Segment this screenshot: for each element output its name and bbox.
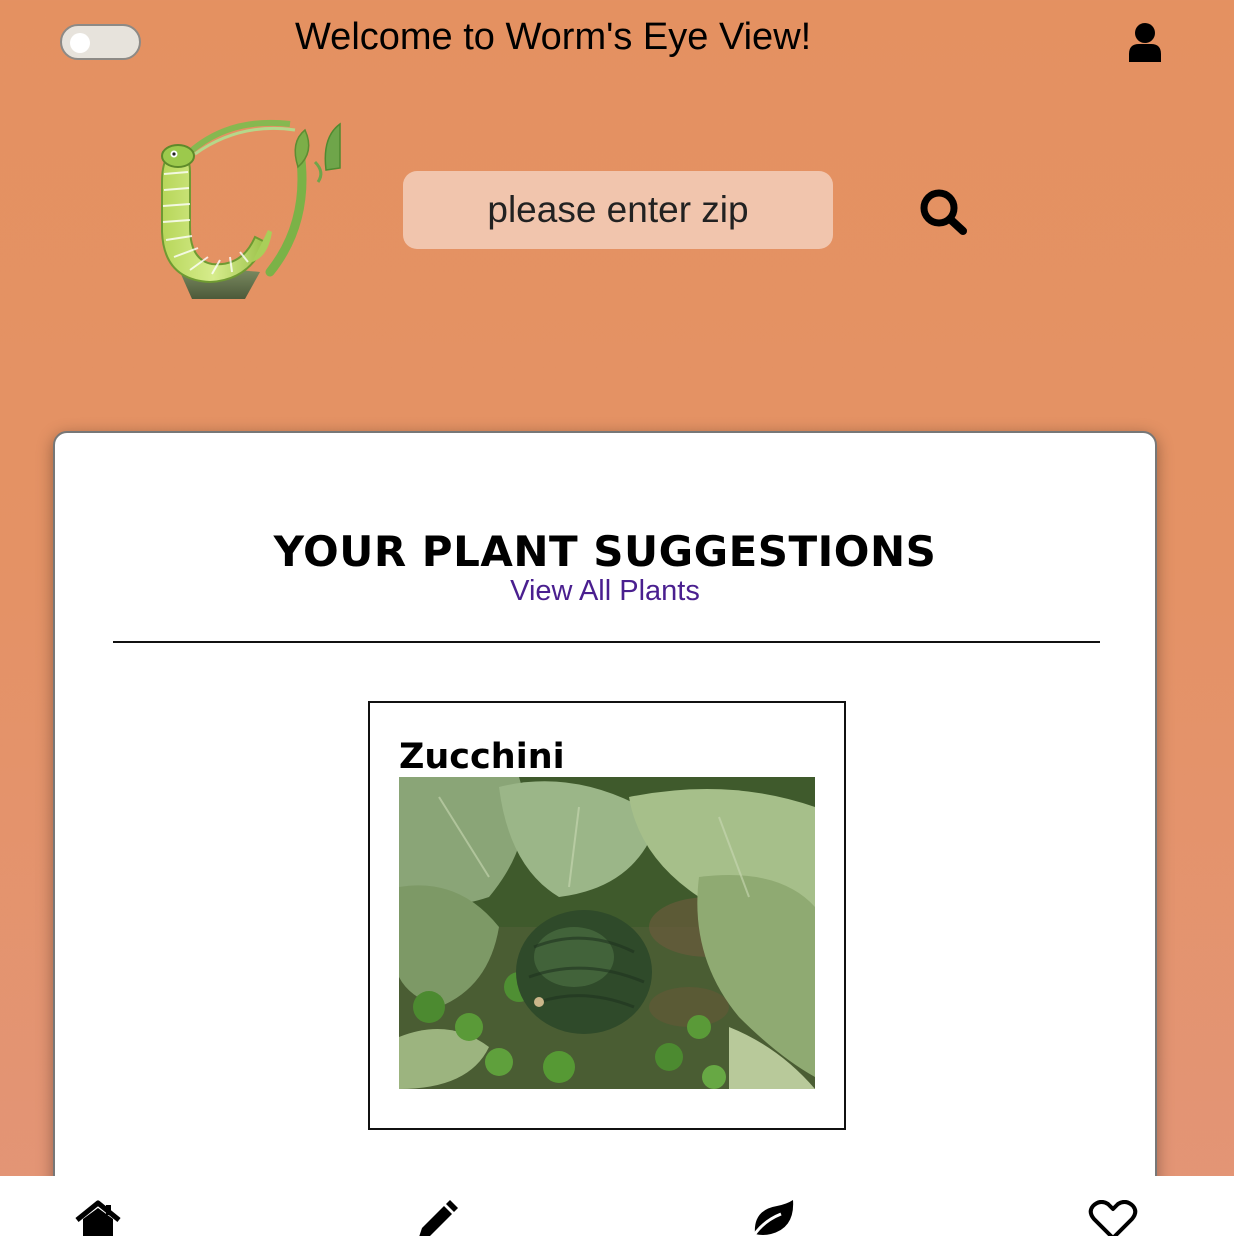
heart-icon[interactable] [1088, 1199, 1138, 1236]
search-icon[interactable] [918, 188, 968, 236]
user-icon[interactable] [1127, 22, 1163, 62]
divider [113, 641, 1100, 643]
plant-card[interactable]: Zucchini [368, 701, 846, 1130]
plant-image [399, 777, 815, 1089]
home-icon[interactable] [73, 1200, 123, 1236]
worm-logo [150, 112, 350, 307]
bottom-nav [0, 1176, 1234, 1236]
suggestions-title: YOUR PLANT SUGGESTIONS [273, 527, 937, 576]
pencil-icon[interactable] [410, 1200, 460, 1236]
theme-toggle[interactable] [60, 24, 141, 60]
plant-name: Zucchini [399, 737, 565, 777]
leaf-icon[interactable] [747, 1200, 797, 1236]
suggestions-card: YOUR PLANT SUGGESTIONS View All Plants Z… [53, 431, 1157, 1236]
zip-input[interactable] [403, 171, 833, 249]
view-all-plants-link[interactable]: View All Plants [55, 575, 1155, 608]
welcome-heading: Welcome to Worm's Eye View! [295, 16, 812, 58]
toggle-knob [70, 33, 90, 53]
